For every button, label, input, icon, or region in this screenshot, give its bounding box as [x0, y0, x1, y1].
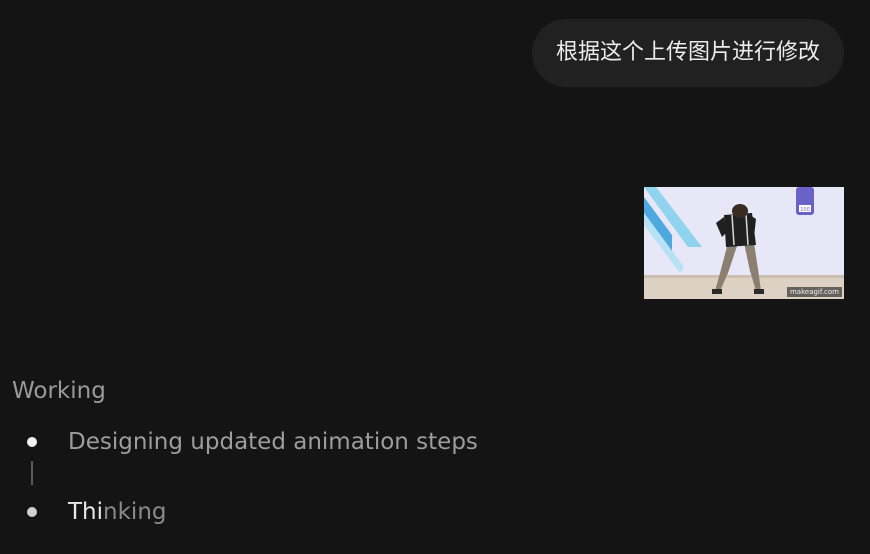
working-step: Thinking [0, 495, 870, 529]
user-message-bubble: 根据这个上传图片进行修改 [531, 19, 844, 87]
uploaded-image-thumbnail[interactable]: 100 makeagif.com [644, 187, 844, 299]
step-bullet-icon [27, 507, 37, 517]
thinking-highlight-text: Thi [68, 499, 104, 525]
step-label-thinking: Thinking [68, 495, 167, 529]
step-label: Designing updated animation steps [68, 429, 478, 455]
working-step: Designing updated animation steps [0, 425, 870, 459]
chat-page: 根据这个上传图片进行修改 100 makeagif.com Working De… [0, 0, 870, 554]
step-connector-line [31, 461, 33, 485]
dancer-scene-image: 100 [644, 187, 844, 299]
thinking-rest-text: nking [103, 499, 167, 525]
working-status-title: Working [12, 378, 106, 404]
step-bullet-icon [27, 437, 37, 447]
svg-text:100: 100 [800, 207, 810, 213]
watermark-label: makeagif.com [786, 287, 842, 297]
